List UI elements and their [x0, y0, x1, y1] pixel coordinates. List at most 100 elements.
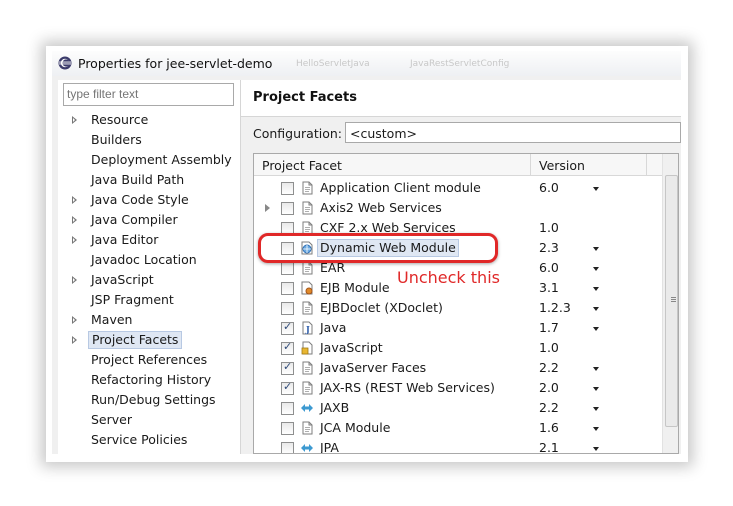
facet-checkbox[interactable] [281, 422, 294, 435]
eclipse-app-icon [58, 56, 72, 70]
svg-text:J: J [305, 324, 310, 334]
sidebar-item-server[interactable]: Server [58, 410, 240, 430]
facet-checkbox[interactable] [281, 320, 294, 335]
sidebar-item-javascript[interactable]: JavaScript [58, 270, 240, 290]
grip-line [671, 301, 676, 302]
facet-name: Java [320, 320, 347, 335]
expand-arrow-icon[interactable] [72, 116, 77, 124]
facet-checkbox[interactable] [281, 380, 294, 395]
facet-checkbox[interactable] [281, 360, 294, 375]
window-title: Properties for jee-servlet-demo [78, 56, 273, 71]
sidebar-item-label: Javadoc Location [91, 252, 197, 267]
version-dropdown-icon[interactable] [593, 267, 599, 271]
column-header-facet[interactable]: Project Facet [262, 158, 342, 173]
table-row[interactable]: JCA Module 1.6 [254, 418, 662, 438]
configuration-select[interactable]: <custom> [345, 122, 681, 143]
facet-checkbox[interactable] [281, 262, 294, 275]
facet-checkbox[interactable] [281, 202, 294, 215]
facet-version[interactable]: 1.0 [539, 340, 559, 356]
page-icon [300, 201, 314, 215]
facet-name: JAX-RS (REST Web Services) [320, 380, 495, 395]
facet-checkbox[interactable] [281, 302, 294, 315]
expand-arrow-icon[interactable] [72, 236, 77, 244]
version-dropdown-icon[interactable] [593, 327, 599, 331]
column-divider[interactable] [530, 154, 531, 175]
version-dropdown-icon[interactable] [593, 447, 599, 451]
facet-checkbox[interactable] [281, 340, 294, 355]
sidebar-item-service-policies[interactable]: Service Policies [58, 430, 240, 450]
sidebar-item-label: Refactoring History [91, 372, 212, 387]
sidebar-item-label: Run/Debug Settings [91, 392, 216, 407]
table-header: Project Facet Version [254, 154, 664, 176]
sidebar-item-deployment-assembly[interactable]: Deployment Assembly [58, 150, 240, 170]
facet-checkbox[interactable] [281, 282, 294, 295]
expand-arrow-icon[interactable] [72, 276, 77, 284]
facet-version[interactable]: 6.0 [539, 180, 559, 196]
scrollbar-thumb[interactable] [665, 175, 678, 427]
sidebar-item-jsp-fragment[interactable]: JSP Fragment [58, 290, 240, 310]
version-dropdown-icon[interactable] [593, 307, 599, 311]
sidebar-item-java-code-style[interactable]: Java Code Style [58, 190, 240, 210]
background-tab-1: HelloServletJava [296, 59, 370, 69]
facet-version[interactable]: 2.0 [539, 380, 559, 396]
expand-arrow-icon[interactable] [72, 196, 77, 204]
facet-version[interactable]: 2.1 [539, 440, 559, 453]
table-row[interactable]: J Java 1.7 [254, 318, 662, 338]
java-icon: J [300, 321, 314, 335]
facet-version[interactable]: 1.6 [539, 420, 559, 436]
version-dropdown-icon[interactable] [593, 287, 599, 291]
table-row[interactable]: JAX-RS (REST Web Services) 2.0 [254, 378, 662, 398]
facet-version[interactable]: 6.0 [539, 260, 559, 276]
expand-arrow-icon[interactable] [72, 336, 77, 344]
version-dropdown-icon[interactable] [593, 247, 599, 251]
table-row[interactable]: JAXB 2.2 [254, 398, 662, 418]
sidebar-item-label: Builders [91, 132, 142, 147]
facet-version[interactable]: 1.7 [539, 320, 559, 336]
facet-checkbox[interactable] [281, 182, 294, 195]
table-row[interactable]: Axis2 Web Services [254, 198, 662, 218]
sidebar-item-java-compiler[interactable]: Java Compiler [58, 210, 240, 230]
table-row[interactable]: JPA 2.1 [254, 438, 662, 453]
background-tab-2: JavaRestServletConfig [410, 59, 510, 69]
column-header-version[interactable]: Version [539, 158, 585, 173]
sidebar-item-java-editor[interactable]: Java Editor [58, 230, 240, 250]
table-row[interactable]: JavaScript 1.0 [254, 338, 662, 358]
expand-arrow-icon[interactable] [72, 316, 77, 324]
facet-name: JAXB [320, 400, 350, 415]
facet-version[interactable]: 1.0 [539, 220, 559, 236]
vertical-scrollbar[interactable] [662, 154, 678, 453]
version-dropdown-icon[interactable] [593, 407, 599, 411]
sidebar-item-project-references[interactable]: Project References [58, 350, 240, 370]
sidebar-item-maven[interactable]: Maven [58, 310, 240, 330]
jpa-icon [300, 441, 314, 453]
version-dropdown-icon[interactable] [593, 427, 599, 431]
version-dropdown-icon[interactable] [593, 367, 599, 371]
version-dropdown-icon[interactable] [593, 187, 599, 191]
facet-name: JCA Module [320, 420, 391, 435]
sidebar-item-java-build-path[interactable]: Java Build Path [58, 170, 240, 190]
page-title: Project Facets [253, 90, 357, 105]
table-row[interactable]: JavaServer Faces 2.2 [254, 358, 662, 378]
facet-checkbox[interactable] [281, 402, 294, 415]
sidebar-item-refactoring-history[interactable]: Refactoring History [58, 370, 240, 390]
sidebar-item-project-facets[interactable]: Project Facets [58, 330, 240, 350]
facet-version[interactable]: 3.1 [539, 280, 559, 296]
column-divider[interactable] [646, 154, 647, 175]
sidebar-item-run-debug-settings[interactable]: Run/Debug Settings [58, 390, 240, 410]
expand-arrow-icon[interactable] [265, 204, 270, 212]
version-dropdown-icon[interactable] [593, 387, 599, 391]
facet-version[interactable]: 1.2.3 [539, 300, 571, 316]
sidebar-item-label: Project Facets [88, 331, 183, 349]
facet-checkbox[interactable] [281, 442, 294, 453]
table-row[interactable]: Application Client module 6.0 [254, 178, 662, 198]
table-row[interactable]: EJBDoclet (XDoclet) 1.2.3 [254, 298, 662, 318]
sidebar-item-javadoc-location[interactable]: Javadoc Location [58, 250, 240, 270]
facet-version[interactable]: 2.3 [539, 240, 559, 256]
facet-name: JavaServer Faces [320, 360, 427, 375]
filter-input[interactable] [63, 83, 234, 106]
facet-version[interactable]: 2.2 [539, 400, 559, 416]
sidebar-item-builders[interactable]: Builders [58, 130, 240, 150]
facet-version[interactable]: 2.2 [539, 360, 559, 376]
expand-arrow-icon[interactable] [72, 216, 77, 224]
sidebar-item-resource[interactable]: Resource [58, 110, 240, 130]
